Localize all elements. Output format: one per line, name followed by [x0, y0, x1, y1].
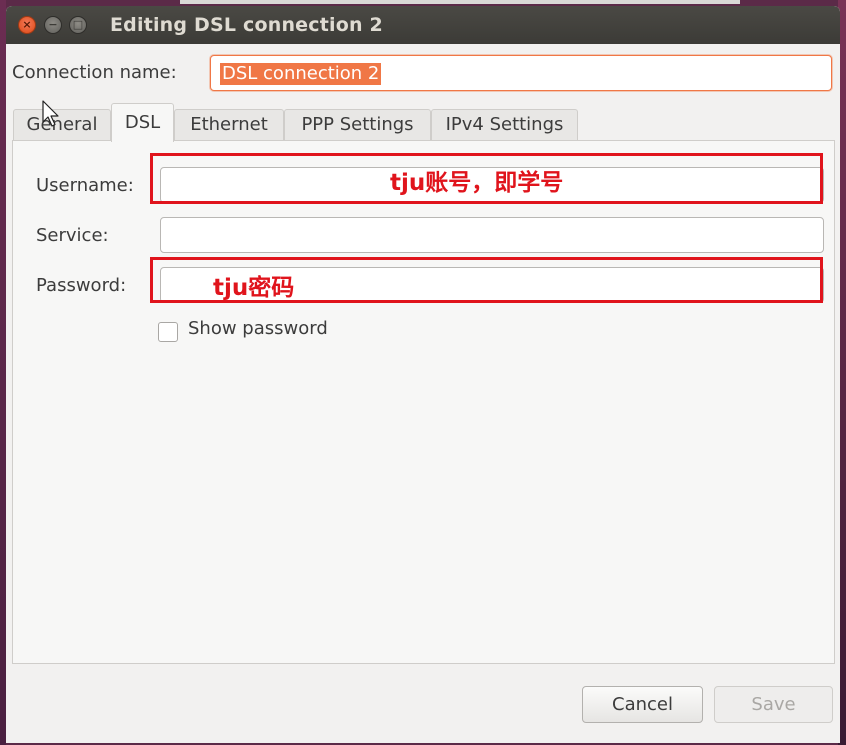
password-annotation: tju密码	[213, 275, 295, 301]
background-window-edge	[180, 0, 740, 4]
close-button[interactable]: ×	[18, 16, 36, 34]
tab-general-label: General	[26, 114, 98, 135]
username-label: Username:	[36, 175, 134, 196]
tab-ethernet-label: Ethernet	[190, 114, 268, 135]
minimize-icon: −	[48, 18, 58, 31]
tab-dsl[interactable]: DSL	[111, 103, 174, 142]
tab-dsl-label: DSL	[124, 112, 161, 133]
close-icon: ×	[22, 18, 32, 31]
dialog-window: × − □ Editing DSL connection 2 Connectio…	[6, 6, 840, 743]
maximize-button[interactable]: □	[69, 16, 87, 34]
window-title: Editing DSL connection 2	[110, 14, 383, 36]
show-password-checkbox[interactable]	[158, 322, 178, 342]
dsl-panel: Username: Service: Password: Show passwo…	[12, 140, 835, 664]
cancel-button[interactable]: Cancel	[582, 686, 703, 723]
service-input[interactable]	[160, 217, 824, 253]
connection-name-value: DSL connection 2	[220, 63, 382, 85]
tab-ppp-settings[interactable]: PPP Settings	[284, 109, 431, 141]
tab-ipv4-settings[interactable]: IPv4 Settings	[431, 109, 578, 141]
show-password-label: Show password	[188, 318, 328, 339]
titlebar: × − □ Editing DSL connection 2	[6, 6, 840, 44]
mouse-cursor-icon	[42, 100, 59, 127]
tab-general[interactable]: General	[13, 109, 111, 141]
username-annotation: tju账号，即学号	[390, 170, 564, 196]
tab-ppp-settings-label: PPP Settings	[301, 114, 414, 135]
maximize-icon: □	[72, 18, 84, 31]
service-label: Service:	[36, 225, 109, 246]
password-label: Password:	[36, 275, 127, 296]
tab-ipv4-settings-label: IPv4 Settings	[445, 114, 564, 135]
connection-name-input[interactable]: DSL connection 2	[210, 55, 832, 91]
minimize-button[interactable]: −	[44, 16, 62, 34]
save-button[interactable]: Save	[714, 686, 833, 723]
tab-ethernet[interactable]: Ethernet	[174, 109, 284, 141]
connection-name-label: Connection name:	[12, 62, 177, 83]
